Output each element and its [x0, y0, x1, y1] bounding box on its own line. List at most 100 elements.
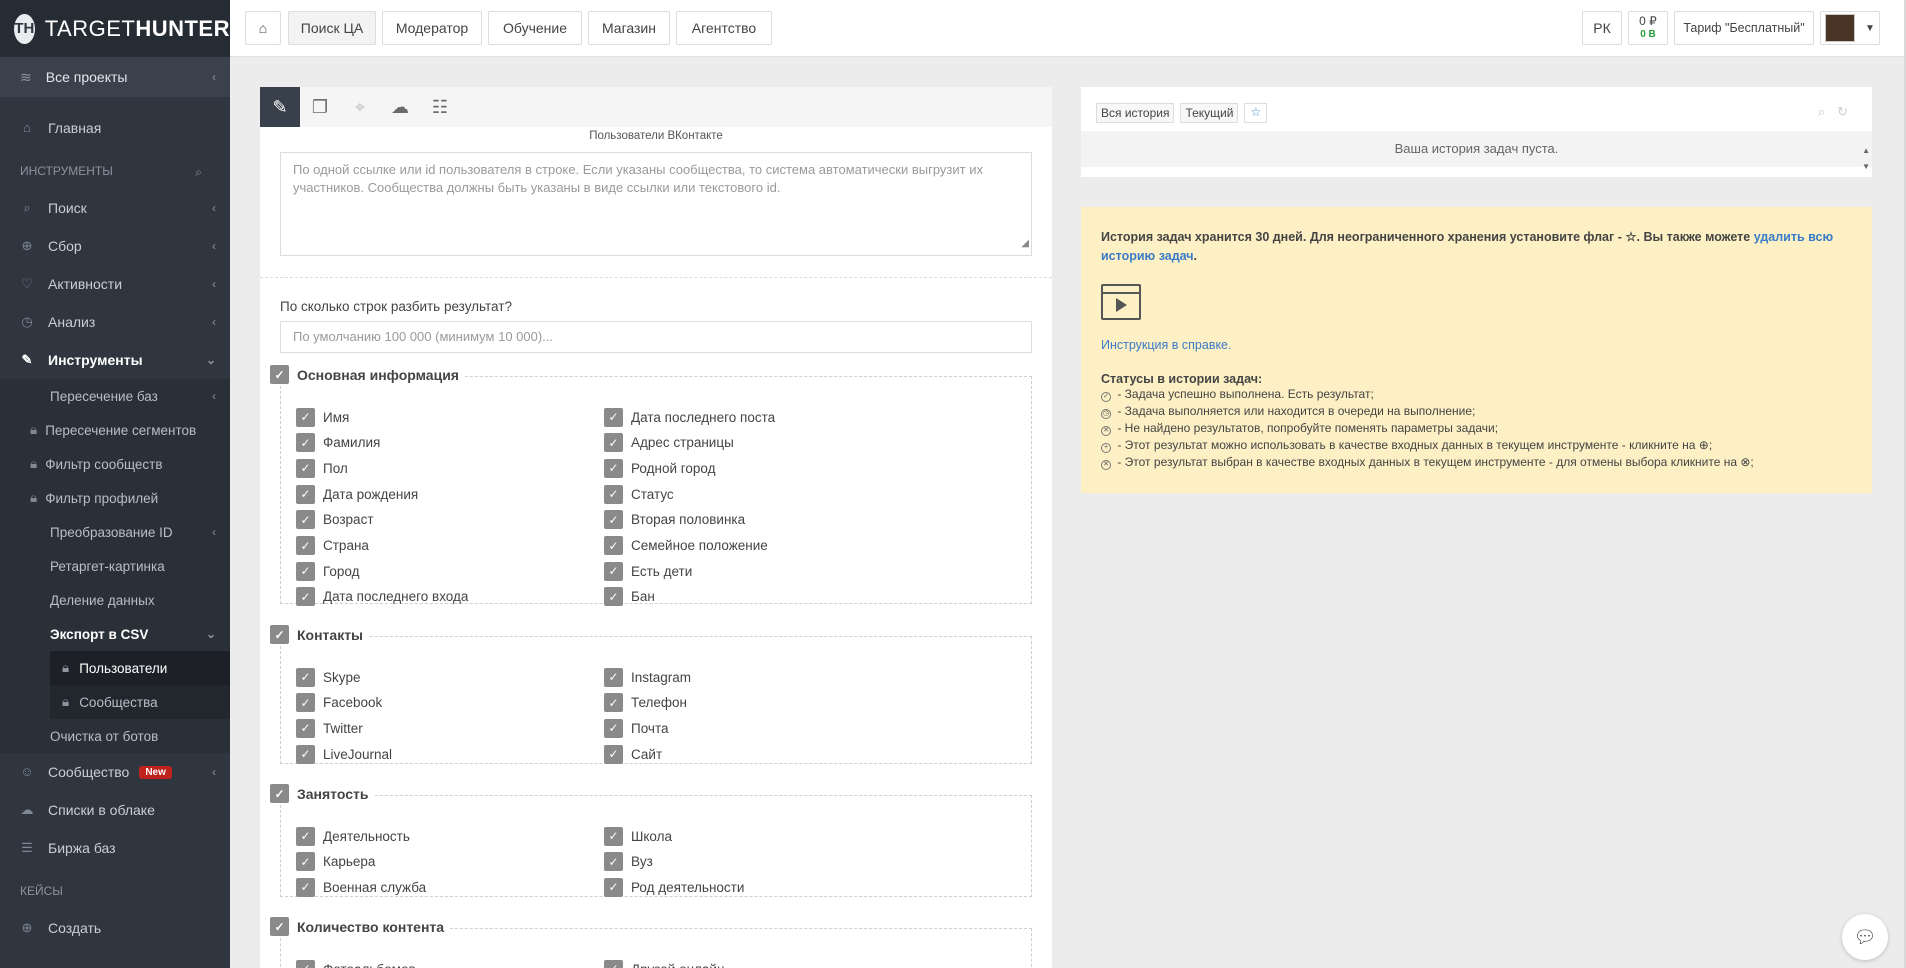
checkbox-row[interactable]: ✓ Фотоальбомов [296, 959, 416, 968]
sidebar-sub-segment-intersection[interactable]: 🔒︎ Пересечение сегментов [0, 413, 230, 447]
checkbox-checked-icon[interactable]: ✓ [296, 407, 315, 427]
checkbox-row[interactable]: ✓ Карьера [296, 852, 375, 872]
checkbox-checked-icon[interactable]: ✓ [296, 718, 315, 738]
star-icon[interactable]: ☆ [1244, 103, 1268, 123]
checkbox-row[interactable]: ✓ Бан [604, 587, 655, 607]
sidebar-subsub-users[interactable]: 🔒︎ Пользователи [50, 651, 230, 685]
cloud-upload-icon[interactable]: ☁ [380, 87, 420, 127]
checkbox-row[interactable]: ✓ Город [296, 561, 360, 581]
sidebar-item-home[interactable]: ⌂ Главная [0, 109, 230, 147]
checkbox-checked-icon[interactable]: ✓ [296, 510, 315, 530]
checkbox-checked-icon[interactable]: ✓ [296, 852, 315, 872]
checkbox-checked-icon[interactable]: ✓ [604, 458, 623, 478]
tab-training[interactable]: Обучение [488, 11, 582, 45]
sidebar-item-cloud-lists[interactable]: ☁ Списки в облаке [0, 791, 230, 829]
checkbox-checked-icon[interactable]: ✓ [604, 587, 623, 607]
checkbox-checked-icon[interactable]: ✓ [604, 693, 623, 713]
checkbox-checked-icon[interactable]: ✓ [604, 826, 623, 846]
tariff-button[interactable]: Тариф "Бесплатный" [1674, 11, 1814, 45]
sidebar-item-db-exchange[interactable]: ☰ Биржа баз [0, 829, 230, 867]
tab-agency[interactable]: Агентство [676, 11, 772, 45]
checkbox-row[interactable]: ✓ Возраст [296, 510, 374, 530]
edit-icon[interactable]: ✎ [260, 87, 300, 127]
sidebar-item-search[interactable]: ⌕ Поиск ‹ [0, 189, 230, 227]
checkbox-checked-icon[interactable]: ✓ [296, 536, 315, 555]
group-basic-info-header[interactable]: ✓ Основная информация [270, 365, 465, 384]
checkbox-checked-icon[interactable]: ✓ [296, 667, 315, 687]
checkbox-checked-icon[interactable]: ✓ [604, 484, 623, 504]
sidebar-sub-data-split[interactable]: Деление данных [0, 583, 230, 617]
sidebar-subsub-communities[interactable]: 🔒︎ Сообщества [50, 685, 230, 719]
checkbox-row[interactable]: ✓ Имя [296, 407, 349, 427]
resize-handle-icon[interactable]: ◢ [1021, 235, 1029, 253]
checkbox-checked-icon[interactable]: ✓ [296, 826, 315, 846]
checkbox-checked-icon[interactable]: ✓ [296, 587, 315, 607]
checkbox-checked-icon[interactable]: ✓ [296, 458, 315, 478]
checkbox-row[interactable]: ✓ Телефон [604, 693, 687, 713]
rk-button[interactable]: РК [1582, 11, 1622, 45]
checkbox-row[interactable]: ✓ Вторая половинка [604, 510, 745, 530]
checkbox-checked-icon[interactable]: ✓ [270, 784, 289, 803]
split-rows-input[interactable]: По умолчанию 100 000 (минимум 10 000)... [280, 321, 1032, 353]
checkbox-checked-icon[interactable]: ✓ [604, 667, 623, 687]
checkbox-checked-icon[interactable]: ✓ [604, 744, 623, 764]
sidebar-sub-bot-cleaning[interactable]: Очистка от ботов [0, 719, 230, 753]
checkbox-row[interactable]: ✓ Семейное положение [604, 536, 768, 556]
checkbox-row[interactable]: ✓ Instagram [604, 667, 691, 687]
user-menu[interactable]: ▼ [1820, 11, 1880, 45]
checkbox-checked-icon[interactable]: ✓ [604, 407, 623, 427]
checkbox-row[interactable]: ✓ Дата рождения [296, 484, 418, 504]
group-content-count-header[interactable]: ✓ Количество контента [270, 917, 451, 936]
checkbox-checked-icon[interactable]: ✓ [604, 433, 623, 453]
sidebar-item-create[interactable]: ⊕ Создать [0, 909, 230, 947]
checkbox-row[interactable]: ✓ Twitter [296, 718, 363, 738]
group-contacts-header[interactable]: ✓ Контакты [270, 625, 370, 644]
checkbox-row[interactable]: ✓ Facebook [296, 693, 382, 713]
sidebar-item-community[interactable]: ☺ Сообщество New ‹ [0, 753, 230, 791]
map-pin-icon[interactable]: ⌖ [340, 87, 380, 127]
search-icon[interactable]: ⌕ [195, 165, 202, 180]
checkbox-checked-icon[interactable]: ✓ [270, 625, 289, 644]
sidebar-sub-export-csv[interactable]: Экспорт в CSV ⌄ [0, 617, 230, 651]
checkbox-checked-icon[interactable]: ✓ [604, 510, 623, 530]
checkbox-checked-icon[interactable]: ✓ [296, 561, 315, 581]
checkbox-row[interactable]: ✓ Есть дети [604, 561, 692, 581]
book-icon[interactable]: ☷ [420, 87, 460, 127]
sidebar-sub-retarget-image[interactable]: Ретаргет-картинка [0, 549, 230, 583]
sidebar-item-tools[interactable]: ✎ Инструменты ⌄ [0, 341, 230, 379]
checkbox-checked-icon[interactable]: ✓ [296, 484, 315, 504]
documents-icon[interactable]: ❐ [300, 87, 340, 127]
search-icon[interactable]: ⌕ [1818, 104, 1825, 120]
checkbox-row[interactable]: ✓ Дата последнего входа [296, 587, 468, 607]
refresh-icon[interactable]: ↻ [1837, 104, 1848, 120]
sidebar-sub-profile-filter[interactable]: 🔒︎ Фильтр профилей [0, 481, 230, 515]
chat-icon[interactable]: 💬︎ [1842, 914, 1888, 960]
checkbox-row[interactable]: ✓ Военная служба [296, 877, 426, 897]
group-employment-header[interactable]: ✓ Занятость [270, 784, 375, 803]
history-scrollbar[interactable]: ▲ ▼ [1862, 143, 1870, 175]
checkbox-checked-icon[interactable]: ✓ [296, 877, 315, 897]
checkbox-row[interactable]: ✓ Страна [296, 536, 369, 556]
checkbox-row[interactable]: ✓ Род деятельности [604, 877, 744, 897]
checkbox-row[interactable]: ✓ Школа [604, 826, 672, 846]
tab-search-audience[interactable]: Поиск ЦА [288, 11, 376, 45]
checkbox-row[interactable]: ✓ Деятельность [296, 826, 410, 846]
checkbox-checked-icon[interactable]: ✓ [270, 917, 289, 936]
tab-all-history[interactable]: Вся история [1096, 103, 1175, 123]
checkbox-checked-icon[interactable]: ✓ [270, 365, 289, 384]
logo[interactable]: TH TARGETHUNTER [0, 0, 230, 57]
checkbox-row[interactable]: ✓ Адрес страницы [604, 433, 734, 453]
checkbox-row[interactable]: ✓ Дата последнего поста [604, 407, 775, 427]
checkbox-checked-icon[interactable]: ✓ [604, 536, 623, 555]
users-input-textarea[interactable]: По одной ссылке или id пользователя в ст… [280, 152, 1032, 256]
checkbox-checked-icon[interactable]: ✓ [296, 744, 315, 764]
checkbox-row[interactable]: ✓ Фамилия [296, 433, 380, 453]
checkbox-row[interactable]: ✓ Skype [296, 667, 361, 687]
help-link[interactable]: Инструкция в справке. [1101, 338, 1852, 352]
checkbox-checked-icon[interactable]: ✓ [604, 718, 623, 738]
checkbox-checked-icon[interactable]: ✓ [604, 877, 623, 897]
checkbox-row[interactable]: ✓ Почта [604, 718, 669, 738]
checkbox-row[interactable]: ✓ Друзей онлайн [604, 959, 724, 968]
checkbox-row[interactable]: ✓ Сайт [604, 744, 662, 764]
checkbox-checked-icon[interactable]: ✓ [296, 433, 315, 453]
